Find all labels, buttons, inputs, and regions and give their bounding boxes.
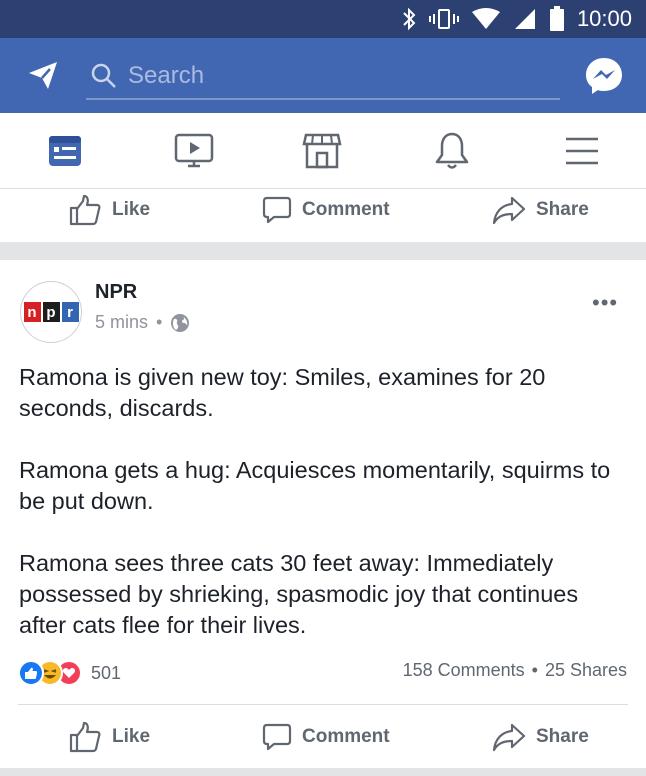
- actions-divider: [18, 704, 628, 705]
- send-icon[interactable]: [26, 58, 60, 92]
- news-feed-icon: [49, 136, 81, 166]
- bell-icon: [435, 132, 469, 169]
- reaction-count: 501: [91, 662, 122, 683]
- comment-button[interactable]: Comment: [262, 711, 390, 763]
- avatar[interactable]: n p r: [20, 281, 82, 343]
- tab-menu[interactable]: [562, 131, 602, 171]
- post-separator: [0, 768, 646, 776]
- engagement-counts: 158 Comments • 25 Shares: [403, 660, 627, 681]
- share-button[interactable]: Share: [492, 184, 589, 236]
- status-icons: 10:00: [401, 0, 632, 38]
- bluetooth-icon: [403, 7, 416, 31]
- npr-logo: n p r: [23, 302, 79, 322]
- post-time[interactable]: 5 mins: [95, 312, 148, 333]
- shares-count[interactable]: 25 Shares: [545, 660, 627, 681]
- share-icon: [492, 723, 526, 752]
- comment-label: Comment: [302, 199, 390, 220]
- more-options-icon[interactable]: •••: [592, 290, 618, 316]
- search-box[interactable]: [86, 56, 560, 100]
- tab-watch[interactable]: [174, 131, 214, 171]
- reactions-summary[interactable]: 501: [18, 658, 121, 688]
- like-label: Like: [112, 199, 151, 220]
- watch-icon: [174, 133, 214, 168]
- search-input[interactable]: [128, 58, 548, 94]
- like-reaction-icon: [18, 660, 44, 686]
- like-button[interactable]: Like: [68, 184, 150, 236]
- meta-dot: •: [156, 312, 163, 332]
- tab-notifications[interactable]: [432, 131, 472, 171]
- thumbs-up-icon: [69, 194, 101, 226]
- tab-news-feed[interactable]: [45, 131, 85, 171]
- tab-marketplace[interactable]: [302, 131, 342, 171]
- share-button[interactable]: Share: [492, 711, 589, 763]
- status-time: 10:00: [576, 6, 632, 31]
- post-paragraph: Ramona is given new toy: Smiles, examine…: [19, 364, 546, 421]
- thumbs-up-icon: [69, 721, 101, 753]
- post-text: Ramona is given new toy: Smiles, examine…: [19, 362, 631, 672]
- counts-dot: •: [531, 660, 538, 680]
- post-actions: Like Comment Share: [0, 711, 646, 763]
- share-label: Share: [536, 726, 589, 747]
- marketplace-icon: [302, 133, 342, 169]
- app-header: [0, 38, 646, 113]
- post-meta: 5 mins •: [95, 312, 190, 333]
- comment-icon: [262, 723, 292, 751]
- wifi-icon: [471, 8, 500, 29]
- post-author[interactable]: NPR: [95, 281, 137, 304]
- status-bar: 10:00: [0, 0, 646, 38]
- signal-icon: [514, 9, 535, 29]
- globe-icon: [171, 313, 190, 332]
- search-icon: [91, 63, 116, 88]
- vibrate-icon: [428, 9, 459, 29]
- like-label: Like: [112, 726, 151, 747]
- like-button[interactable]: Like: [68, 711, 150, 763]
- comment-icon: [262, 196, 292, 224]
- share-icon: [492, 196, 526, 225]
- comments-count[interactable]: 158 Comments: [403, 660, 525, 681]
- prev-post-actions: Like Comment Share: [0, 184, 646, 236]
- messenger-icon[interactable]: [584, 56, 624, 96]
- comment-label: Comment: [302, 726, 390, 747]
- post-separator: [0, 242, 646, 260]
- post-paragraph: Ramona sees three cats 30 feet away: Imm…: [19, 550, 579, 638]
- comment-button[interactable]: Comment: [262, 184, 390, 236]
- nav-bar: [0, 113, 646, 189]
- post-paragraph: Ramona gets a hug: Acquiesces momentaril…: [19, 457, 611, 514]
- share-label: Share: [536, 199, 589, 220]
- battery-icon: [549, 6, 564, 31]
- menu-icon: [566, 137, 598, 165]
